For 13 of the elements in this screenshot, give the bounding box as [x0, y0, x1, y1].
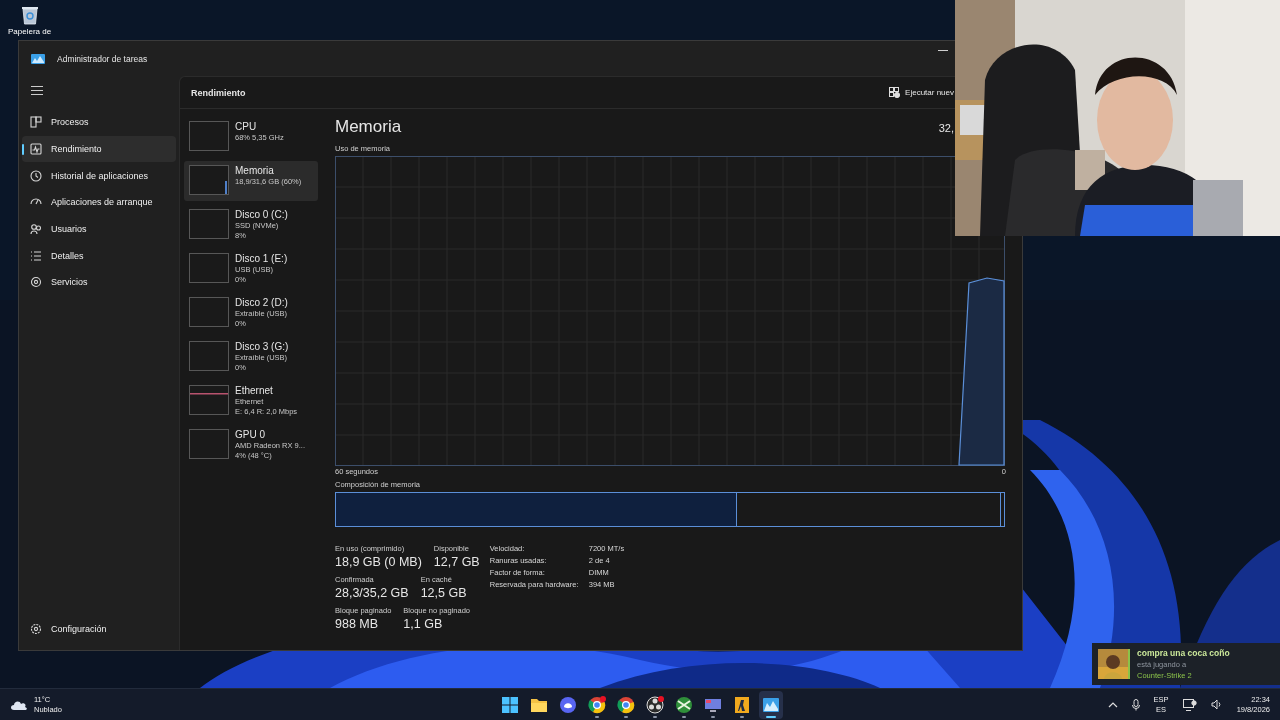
record-icon	[646, 695, 664, 714]
chevron-up-icon[interactable]	[1107, 701, 1118, 708]
microphone-icon[interactable]	[1131, 698, 1140, 711]
network-icon[interactable]	[1182, 698, 1197, 711]
chat-icon	[559, 695, 577, 714]
taskbar-app[interactable]	[759, 690, 783, 719]
browser-icon	[617, 695, 635, 714]
cloud-icon	[10, 698, 28, 711]
windows-icon	[501, 695, 519, 714]
browser-icon	[588, 695, 606, 714]
game-icon	[733, 695, 751, 714]
speaker-icon[interactable]	[1210, 699, 1223, 710]
chart-icon	[762, 695, 780, 714]
